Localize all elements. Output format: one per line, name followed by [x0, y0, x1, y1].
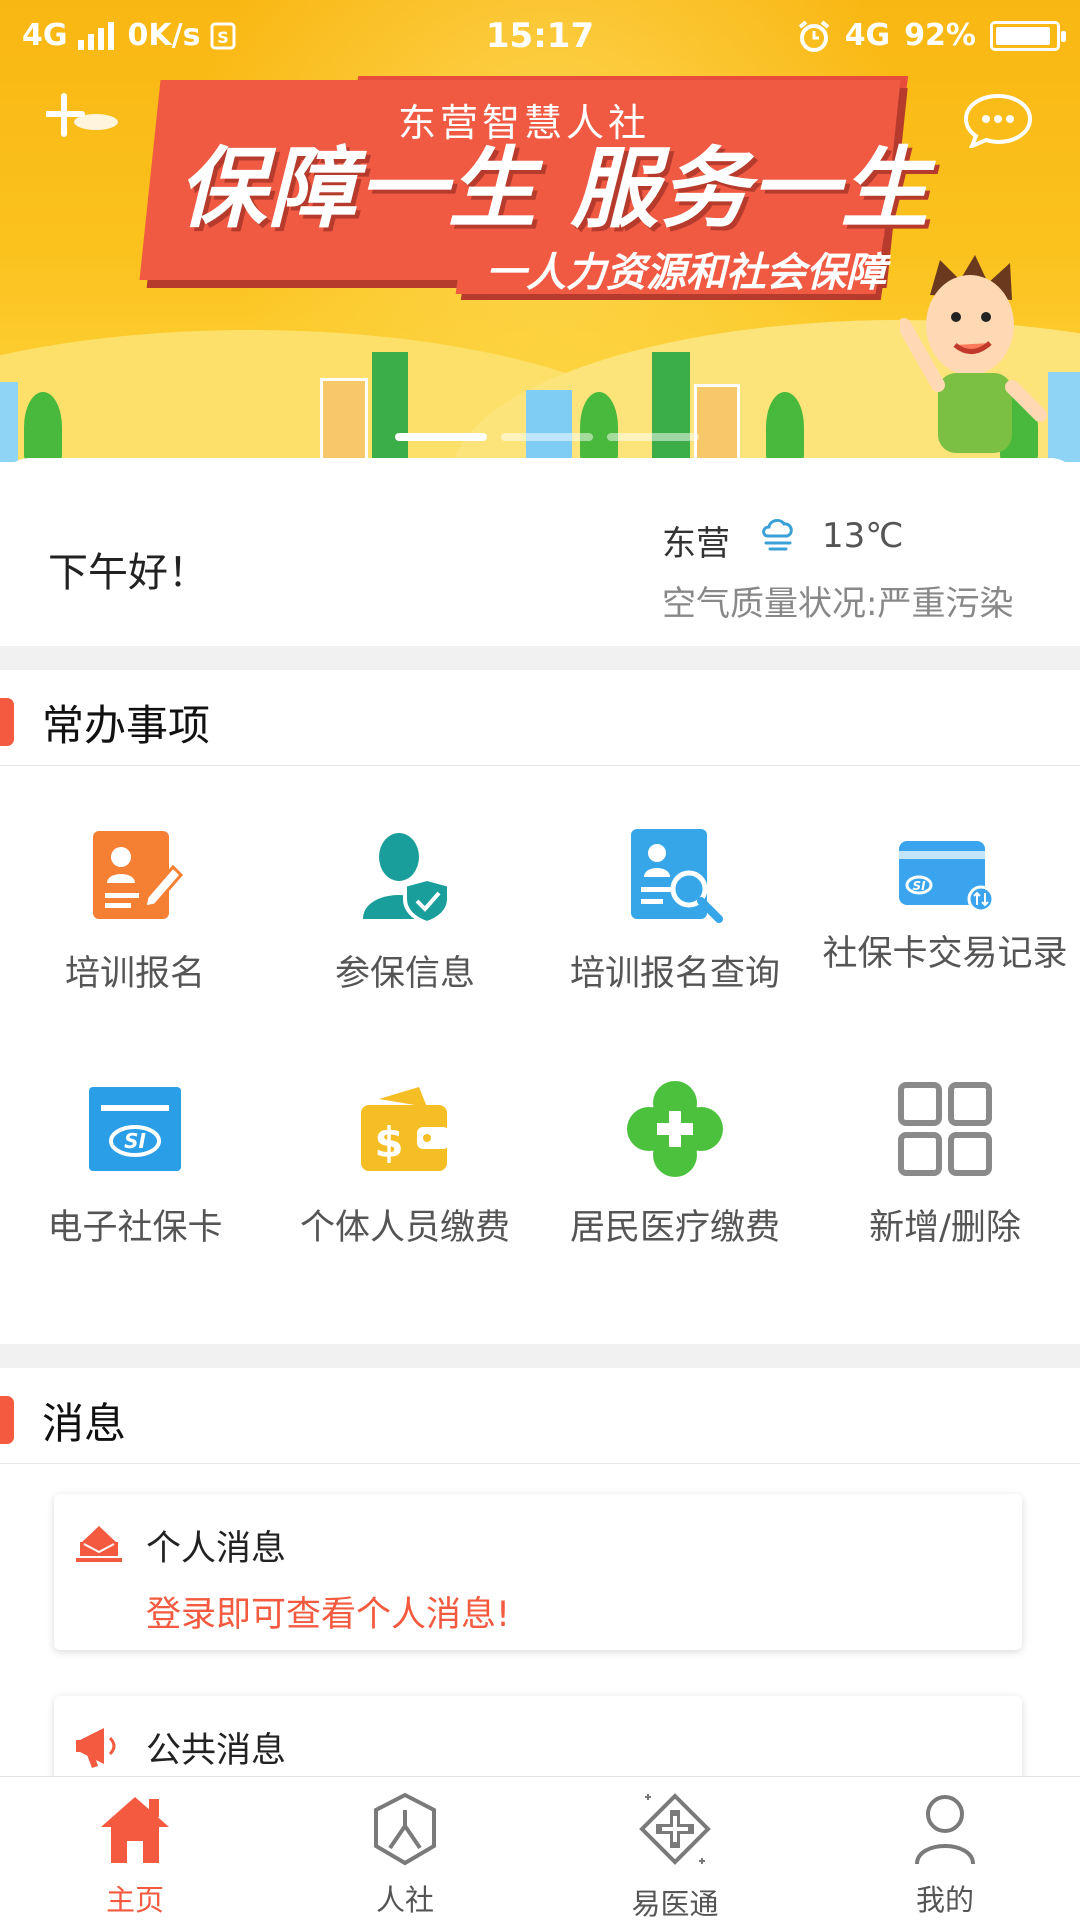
nav-home-label: 主页: [105, 1883, 164, 1917]
nav-yiyitong[interactable]: 易医通: [540, 1777, 810, 1920]
banner-building: [320, 378, 368, 462]
home-icon: [101, 1797, 169, 1863]
services-grid: 培训报名 参保信息 培训报名查询 SI 社保卡交易记录 SI 电子社保卡 $ 个…: [0, 770, 1080, 1344]
svg-text:$: $: [374, 1118, 403, 1167]
weather-city: 东营: [662, 524, 730, 564]
section-marker: [0, 1396, 14, 1444]
messages-header: 消息: [0, 1368, 1080, 1464]
public-message-card[interactable]: 公共消息: [54, 1696, 1022, 1776]
service-label: 居民医疗缴费: [569, 1208, 780, 1248]
banner-dot[interactable]: [607, 433, 699, 441]
nav-profile[interactable]: 我的: [810, 1777, 1080, 1920]
service-label: 培训报名: [64, 954, 205, 994]
banner-building: [526, 390, 572, 462]
greeting-card: 下午好！ 东营 13℃ 空气质量状况:严重污染: [0, 458, 1080, 646]
banner-tree: [766, 392, 804, 462]
service-individual-payment[interactable]: $ 个体人员缴费: [270, 1074, 540, 1294]
insured-person-icon: [363, 833, 451, 923]
megaphone-icon: [76, 1728, 116, 1768]
e-social-card-icon: SI: [89, 1087, 181, 1171]
service-training-search[interactable]: 培训报名查询: [540, 820, 810, 1040]
banner-pagination: [395, 433, 699, 441]
card-transaction-icon: SI: [899, 841, 995, 913]
banner-building: [694, 384, 740, 462]
chat-button[interactable]: [962, 92, 1034, 152]
training-search-icon: [631, 829, 723, 923]
training-signup-icon: [93, 831, 183, 919]
public-message-title: 公共消息: [146, 1731, 287, 1771]
plus-cloud-icon: [43, 93, 118, 137]
personal-message-body: 登录即可查看个人消息!: [146, 1595, 511, 1635]
grid-icon: [898, 1082, 992, 1176]
weather-cloudy-icon: [762, 518, 793, 551]
yiyitong-icon: [639, 1793, 711, 1865]
svg-text:SI: SI: [912, 879, 926, 893]
section-marker: [0, 698, 14, 746]
banner-tree: [24, 392, 62, 462]
banner-building: [0, 382, 18, 462]
nav-renshe[interactable]: 人社: [270, 1777, 540, 1920]
service-label: 培训报名查询: [569, 954, 780, 994]
section-divider: [0, 1344, 1080, 1368]
battery-percent: 92%: [904, 18, 976, 53]
service-insured-info[interactable]: 参保信息: [270, 820, 540, 1040]
nav-profile-label: 我的: [915, 1883, 974, 1917]
nav-yiyitong-label: 易医通: [631, 1887, 719, 1920]
banner-slogan: 保障一生 服务一生: [178, 137, 931, 240]
renshe-icon: [374, 1792, 436, 1866]
service-label: 个体人员缴费: [299, 1208, 510, 1248]
services-header: 常办事项: [0, 670, 1080, 766]
banner-building: [372, 352, 408, 462]
network-type-right: 4G: [844, 18, 891, 53]
service-add-remove[interactable]: 新增/删除: [810, 1074, 1080, 1294]
service-label: 新增/删除: [869, 1208, 1021, 1248]
air-quality: 空气质量状况:严重污染: [662, 584, 1014, 624]
svg-text:SI: SI: [124, 1129, 146, 1153]
service-label: 电子社保卡: [47, 1208, 223, 1248]
alarm-icon: [798, 19, 829, 52]
profile-icon: [915, 1795, 975, 1865]
service-training-signup[interactable]: 培训报名: [0, 820, 270, 1040]
personal-message-card[interactable]: 个人消息 登录即可查看个人消息!: [54, 1494, 1022, 1650]
nav-renshe-label: 人社: [375, 1883, 434, 1917]
service-label: 社保卡交易记录: [822, 934, 1068, 974]
service-medical-payment[interactable]: 居民医疗缴费: [540, 1074, 810, 1294]
weather-temperature: 13℃: [822, 516, 904, 556]
service-label: 参保信息: [334, 954, 475, 994]
nav-home[interactable]: 主页: [0, 1777, 270, 1920]
battery-icon: [990, 20, 1066, 51]
add-button[interactable]: [43, 92, 118, 146]
banner-building: [652, 352, 690, 462]
banner-building: [1048, 372, 1080, 462]
greeting-text: 下午好！: [48, 550, 208, 596]
services-title: 常办事项: [42, 701, 211, 750]
banner-sub-slogan: 一人力资源和社会保障: [486, 250, 886, 296]
banner-dot[interactable]: [501, 433, 593, 441]
messages-title: 消息: [42, 1399, 127, 1448]
section-divider: [0, 646, 1080, 670]
service-e-social-card[interactable]: SI 电子社保卡: [0, 1074, 270, 1294]
medical-cross-icon: [627, 1081, 723, 1177]
envelope-icon: [76, 1526, 122, 1562]
bottom-navigation: 主页 人社 易医通 我的: [0, 1776, 1080, 1920]
status-bar: 4G 0K/s S 15:17 4G 92%: [0, 0, 1080, 74]
mascot-illustration: [900, 255, 1047, 453]
messages-list: 个人消息 登录即可查看个人消息! 公共消息: [0, 1464, 1080, 1776]
wallet-icon: $: [361, 1087, 449, 1171]
personal-message-title: 个人消息: [146, 1529, 287, 1569]
banner-dot[interactable]: [395, 433, 487, 441]
chat-bubble-icon: [963, 93, 1033, 150]
service-card-transactions[interactable]: SI 社保卡交易记录: [810, 820, 1080, 1040]
banner-tree: [580, 392, 618, 462]
